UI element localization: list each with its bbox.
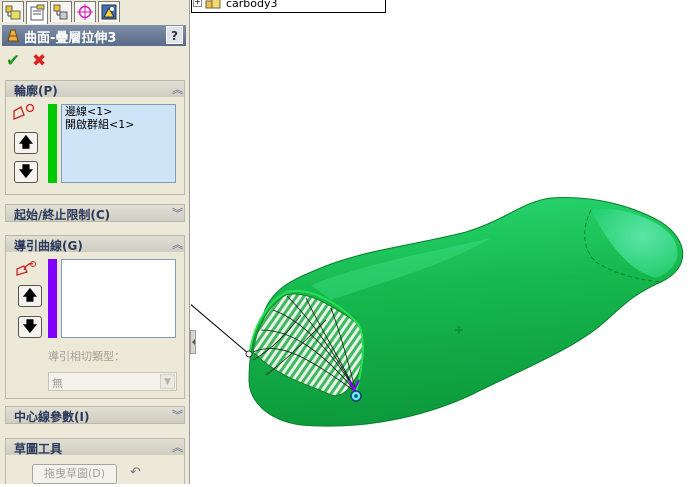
feature-title: 曲面-疊層拉伸3: [24, 31, 117, 46]
tab-property-manager[interactable]: [26, 1, 48, 24]
move-up-button[interactable]: 🡅: [14, 132, 38, 154]
manager-tab-bar: [0, 0, 189, 24]
tree-item-carbody3[interactable]: carbody3: [226, 0, 278, 10]
profiles-list[interactable]: 邊線<1> 開啟群組<1>: [61, 104, 176, 183]
profiles-color-bar: [48, 104, 57, 183]
centerline-group-title: 中心線參數(I): [14, 410, 90, 424]
centerline-parameters-group: 中心線參數(I) ︾: [5, 406, 185, 424]
ok-button[interactable]: ✔: [6, 52, 20, 70]
guide-curves-color-bar: [48, 259, 57, 338]
tree-expander[interactable]: +: [193, 0, 202, 7]
tab-dimxpert-manager[interactable]: [74, 1, 96, 22]
profile-item-2[interactable]: 開啟群組<1>: [62, 118, 175, 131]
drag-sketch-button[interactable]: 拖曳草圖(D): [32, 464, 117, 484]
guide-curve-selection-icon: [14, 260, 36, 281]
guide-curves-group-title: 導引曲線(G): [14, 239, 83, 253]
profiles-group: 輪廓(P) ︽ 邊線<1> 開啟群組<1> 🡅 🡇: [5, 80, 185, 195]
expand-chevron-icon[interactable]: ︾: [172, 407, 183, 423]
part-icon: [204, 0, 222, 14]
collapse-chevron-icon[interactable]: ︽: [172, 439, 183, 455]
sketch-tools-group: 草圖工具 ︽ 拖曳草圖(D) ↶: [5, 438, 185, 484]
collapse-chevron-icon[interactable]: ︽: [172, 81, 183, 97]
profile-selection-icon: [12, 103, 35, 124]
start-end-group-header[interactable]: 起始/終止限制(C) ︾: [6, 205, 184, 222]
profiles-group-header[interactable]: 輪廓(P) ︽: [6, 81, 184, 98]
configuration-manager-icon: [53, 4, 68, 20]
property-manager-panel: 曲面-疊層拉伸3 ? ✔ ✖ 輪廓(P) ︽ 邊線<1> 開啟群組<1> 🡅 🡇…: [0, 0, 190, 484]
property-manager-title-bar: 曲面-疊層拉伸3 ?: [2, 25, 186, 46]
sketch-tools-group-title: 草圖工具: [14, 442, 63, 456]
expand-chevron-icon[interactable]: ︾: [172, 205, 183, 221]
move-down-button[interactable]: 🡇: [14, 161, 38, 183]
tab-configuration-manager[interactable]: [50, 1, 72, 22]
guide-curves-group: 導引曲線(G) ︽ 🡅 🡇 導引相切類型： 無 ▼: [5, 235, 185, 399]
display-manager-icon: [101, 4, 117, 20]
connector-point[interactable]: [245, 350, 253, 358]
callout-leader-line: [188, 302, 250, 355]
start-end-group-title: 起始/終止限制(C): [14, 208, 111, 222]
guide-curves-group-header[interactable]: 導引曲線(G) ︽: [6, 236, 184, 253]
tab-display-manager[interactable]: [98, 1, 120, 22]
guide-tangency-label: 導引相切類型：: [48, 350, 125, 363]
guide-tangency-select[interactable]: 無 ▼: [48, 372, 177, 391]
tab-feature-manager[interactable]: [2, 1, 24, 22]
chevron-down-icon[interactable]: ▼: [160, 374, 175, 389]
guide-move-down-button[interactable]: 🡇: [18, 316, 42, 338]
profile-item-1[interactable]: 邊線<1>: [62, 105, 175, 118]
dimxpert-icon: [77, 4, 93, 20]
cancel-button[interactable]: ✖: [32, 52, 46, 70]
guide-tangency-value: 無: [52, 377, 63, 390]
centerline-group-header[interactable]: 中心線參數(I) ︾: [6, 407, 184, 424]
undo-sketch-drag-icon[interactable]: ↶: [130, 465, 141, 480]
profiles-group-title: 輪廓(P): [14, 84, 58, 98]
loft-feature-icon: [5, 27, 21, 46]
feature-manager-icon: [5, 5, 21, 20]
property-manager-icon: [30, 4, 45, 21]
guide-move-up-button[interactable]: 🡅: [18, 285, 42, 307]
collapse-chevron-icon[interactable]: ︽: [172, 236, 183, 252]
loft-model-graphic[interactable]: [188, 0, 699, 484]
sketch-tools-group-header[interactable]: 草圖工具 ︽: [6, 439, 184, 456]
feature-tree-flyout: + carbody3: [191, 0, 386, 13]
graphics-viewport[interactable]: [188, 0, 699, 484]
guide-curves-list[interactable]: [61, 259, 176, 338]
start-end-constraints-group: 起始/終止限制(C) ︾: [5, 204, 185, 222]
help-button[interactable]: ?: [166, 26, 183, 44]
connector-handle-center: [354, 394, 358, 398]
